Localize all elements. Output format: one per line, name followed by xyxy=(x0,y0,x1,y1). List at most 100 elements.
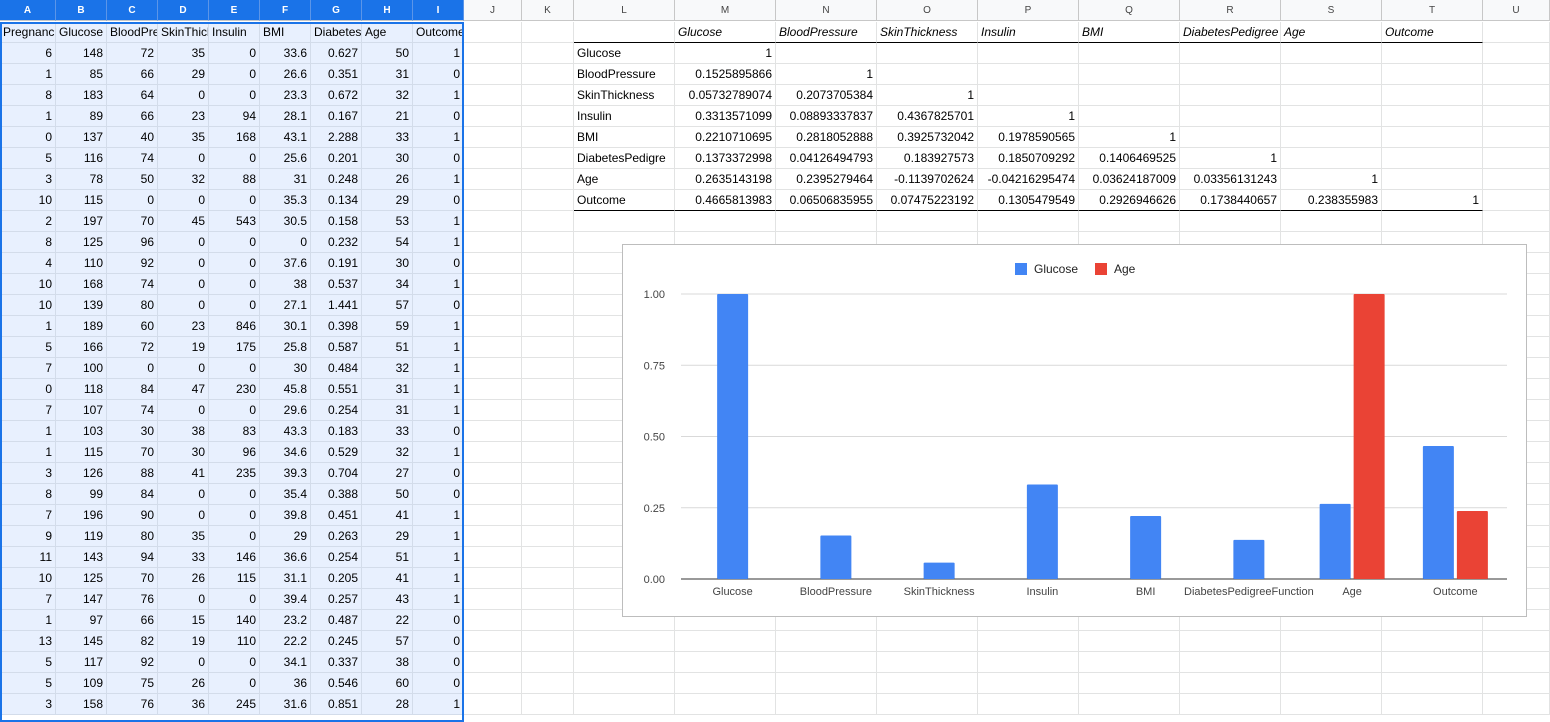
corr-cell[interactable] xyxy=(1382,85,1483,106)
data-cell[interactable]: 126 xyxy=(56,463,107,484)
data-cell[interactable]: 66 xyxy=(107,106,158,127)
data-cell[interactable]: 116 xyxy=(56,148,107,169)
corr-cell[interactable]: 0.3313571099 xyxy=(675,106,776,127)
corr-cell[interactable]: 0.06506835955 xyxy=(776,190,877,211)
empty-cell[interactable] xyxy=(464,358,522,379)
column-header-m[interactable]: M xyxy=(675,0,776,21)
empty-cell[interactable] xyxy=(1079,211,1180,232)
data-cell[interactable]: 0.587 xyxy=(311,337,362,358)
empty-cell[interactable] xyxy=(1483,85,1550,106)
corr-cell[interactable] xyxy=(1180,127,1281,148)
empty-cell[interactable] xyxy=(464,43,522,64)
corr-cell[interactable] xyxy=(1180,64,1281,85)
data-cell[interactable]: 19 xyxy=(158,337,209,358)
corr-cell[interactable] xyxy=(1281,64,1382,85)
data-cell[interactable]: 3 xyxy=(0,169,56,190)
corr-cell[interactable]: 1 xyxy=(1079,127,1180,148)
empty-cell[interactable] xyxy=(1483,148,1550,169)
data-cell[interactable]: 125 xyxy=(56,232,107,253)
data-cell[interactable]: 82 xyxy=(107,631,158,652)
corr-cell[interactable] xyxy=(877,43,978,64)
data-cell[interactable]: 118 xyxy=(56,379,107,400)
data-cell[interactable]: 8 xyxy=(0,85,56,106)
data-cell[interactable]: 30 xyxy=(362,253,413,274)
empty-cell[interactable] xyxy=(522,631,574,652)
data-cell[interactable]: 35.3 xyxy=(260,190,311,211)
empty-cell[interactable] xyxy=(1079,673,1180,694)
data-cell[interactable]: 0.167 xyxy=(311,106,362,127)
data-cell[interactable]: 60 xyxy=(362,673,413,694)
corr-cell[interactable] xyxy=(978,64,1079,85)
data-cell[interactable]: 0 xyxy=(413,106,464,127)
data-cell[interactable]: 8 xyxy=(0,484,56,505)
data-cell[interactable]: 80 xyxy=(107,295,158,316)
empty-cell[interactable] xyxy=(464,190,522,211)
corr-cell[interactable] xyxy=(1382,127,1483,148)
data-cell[interactable]: 119 xyxy=(56,526,107,547)
data-cell[interactable]: 0.263 xyxy=(311,526,362,547)
data-cell[interactable]: 37.6 xyxy=(260,253,311,274)
empty-cell[interactable] xyxy=(522,64,574,85)
corr-cell[interactable]: 0.2818052888 xyxy=(776,127,877,148)
data-cell[interactable]: 7 xyxy=(0,589,56,610)
data-cell[interactable]: 0 xyxy=(209,358,260,379)
empty-cell[interactable] xyxy=(522,274,574,295)
data-cell[interactable]: 0 xyxy=(413,484,464,505)
data-cell[interactable]: 117 xyxy=(56,652,107,673)
corr-cell[interactable] xyxy=(776,43,877,64)
empty-cell[interactable] xyxy=(522,568,574,589)
data-cell[interactable]: 30.1 xyxy=(260,316,311,337)
data-cell[interactable]: 96 xyxy=(107,232,158,253)
data-cell[interactable]: 0 xyxy=(158,85,209,106)
empty-cell[interactable] xyxy=(464,652,522,673)
empty-cell[interactable] xyxy=(522,253,574,274)
corr-cell[interactable] xyxy=(1382,148,1483,169)
data-cell[interactable]: 0 xyxy=(107,190,158,211)
data-cell[interactable]: 34 xyxy=(362,274,413,295)
data-cell[interactable]: 0 xyxy=(209,148,260,169)
data-cell[interactable]: 9 xyxy=(0,526,56,547)
data-cell[interactable]: 29 xyxy=(260,526,311,547)
data-cell[interactable]: 0 xyxy=(209,85,260,106)
data-cell[interactable]: 109 xyxy=(56,673,107,694)
empty-cell[interactable] xyxy=(522,211,574,232)
data-cell[interactable]: 103 xyxy=(56,421,107,442)
data-cell[interactable]: 35 xyxy=(158,526,209,547)
data-cell[interactable]: 23.3 xyxy=(260,85,311,106)
empty-cell[interactable] xyxy=(522,589,574,610)
data-cell[interactable]: 0 xyxy=(158,589,209,610)
data-cell[interactable]: 1 xyxy=(413,211,464,232)
data-cell[interactable]: 1 xyxy=(413,505,464,526)
data-cell[interactable]: 47 xyxy=(158,379,209,400)
empty-cell[interactable] xyxy=(776,211,877,232)
data-cell[interactable]: 140 xyxy=(209,610,260,631)
data-cell[interactable]: 38 xyxy=(260,274,311,295)
data-cell[interactable]: 27.1 xyxy=(260,295,311,316)
empty-cell[interactable] xyxy=(978,211,1079,232)
data-cell[interactable]: 1 xyxy=(413,169,464,190)
corr-cell[interactable]: 0.04126494793 xyxy=(776,148,877,169)
data-cell[interactable]: 2.288 xyxy=(311,127,362,148)
data-cell[interactable]: 0.201 xyxy=(311,148,362,169)
empty-cell[interactable] xyxy=(522,358,574,379)
data-cell[interactable]: 36 xyxy=(260,673,311,694)
empty-cell[interactable] xyxy=(877,694,978,715)
empty-cell[interactable] xyxy=(776,652,877,673)
data-cell[interactable]: 0 xyxy=(413,463,464,484)
corr-header-cell[interactable]: Glucose xyxy=(675,22,776,43)
data-cell[interactable]: 1 xyxy=(0,316,56,337)
column-header-a[interactable]: A xyxy=(0,0,56,21)
empty-cell[interactable] xyxy=(1180,652,1281,673)
data-cell[interactable]: 30 xyxy=(362,148,413,169)
data-cell[interactable]: 145 xyxy=(56,631,107,652)
data-cell[interactable]: 84 xyxy=(107,379,158,400)
empty-cell[interactable] xyxy=(574,694,675,715)
empty-cell[interactable] xyxy=(1382,631,1483,652)
corr-cell[interactable] xyxy=(1281,148,1382,169)
data-cell[interactable]: 0.245 xyxy=(311,631,362,652)
corr-row-label[interactable]: Age xyxy=(574,169,675,190)
data-cell[interactable]: 1 xyxy=(413,589,464,610)
empty-cell[interactable] xyxy=(1483,631,1550,652)
data-cell[interactable]: 115 xyxy=(56,442,107,463)
data-cell[interactable]: 10 xyxy=(0,568,56,589)
